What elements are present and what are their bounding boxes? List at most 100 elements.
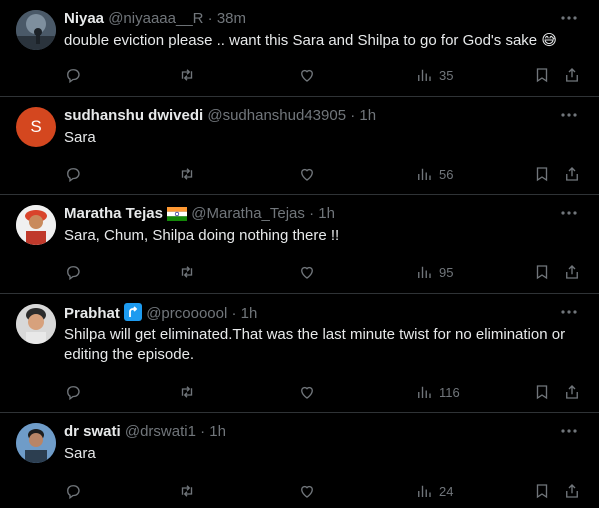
heart-icon — [301, 386, 313, 399]
more-icon[interactable] — [559, 203, 579, 223]
reply-tweet[interactable]: Prabhat @prcoooool · 1h Shilpa will get … — [0, 294, 599, 413]
avatar[interactable] — [16, 304, 56, 344]
views-icon — [418, 69, 431, 81]
views-button[interactable]: 56 — [415, 164, 453, 184]
user-handle[interactable]: @niyaaaa__R — [108, 10, 203, 27]
action-bar: 56 — [64, 164, 583, 184]
display-name[interactable]: Niyaa — [64, 10, 104, 27]
bookmark-icon — [536, 68, 548, 83]
share-button[interactable] — [563, 382, 581, 402]
timestamp[interactable]: 1h — [318, 205, 335, 222]
avatar-image — [16, 10, 56, 50]
avatar-letter: S — [30, 117, 42, 136]
bookmark-button[interactable] — [533, 65, 551, 85]
user-handle[interactable]: @prcoooool — [146, 305, 227, 322]
reply-tweet[interactable]: Niyaa @niyaaaa__R · 38m double eviction … — [0, 0, 599, 97]
tweet-header: Maratha Tejas @Maratha_Tejas · 1h — [64, 204, 559, 227]
share-button[interactable] — [563, 65, 581, 85]
timestamp[interactable]: 1h — [209, 423, 226, 440]
display-name[interactable]: Prabhat — [64, 305, 120, 322]
tweet-text: Sara — [64, 445, 96, 462]
bookmark-icon — [536, 484, 548, 499]
heart-icon — [301, 168, 313, 181]
like-button[interactable] — [298, 481, 316, 501]
user-handle[interactable]: @Maratha_Tejas — [191, 205, 305, 222]
reply-icon — [67, 69, 80, 84]
display-name[interactable]: Maratha Tejas — [64, 205, 163, 222]
user-handle[interactable]: @sudhanshud43905 — [207, 107, 346, 124]
bookmark-button[interactable] — [533, 382, 551, 402]
share-button[interactable] — [563, 481, 581, 501]
reply-icon — [67, 386, 80, 401]
timestamp[interactable]: 1h — [241, 305, 258, 322]
avatar[interactable]: S — [16, 107, 56, 147]
bookmark-button[interactable] — [533, 164, 551, 184]
views-count: 24 — [439, 483, 454, 499]
india-flag-icon — [167, 207, 188, 227]
reply-button[interactable] — [64, 262, 82, 282]
views-icon — [418, 386, 431, 398]
arrow-badge-icon — [124, 303, 143, 327]
tweet-header: Niyaa @niyaaaa__R · 38m — [64, 9, 559, 29]
user-handle[interactable]: @drswati1 — [125, 423, 196, 440]
tweet-text: Shilpa will get eliminated.That was the … — [64, 326, 566, 363]
reply-button[interactable] — [64, 164, 82, 184]
retweet-button[interactable] — [178, 382, 196, 402]
bookmark-button[interactable] — [533, 481, 551, 501]
like-button[interactable] — [298, 382, 316, 402]
reply-icon — [67, 168, 80, 183]
bookmark-icon — [536, 385, 548, 400]
timestamp[interactable]: 38m — [217, 10, 246, 27]
more-icon[interactable] — [559, 105, 579, 125]
reply-icon — [67, 266, 80, 281]
share-button[interactable] — [563, 262, 581, 282]
reply-button[interactable] — [64, 382, 82, 402]
reply-feed: Niyaa @niyaaaa__R · 38m double eviction … — [0, 0, 599, 508]
views-button[interactable]: 35 — [415, 65, 453, 85]
timestamp[interactable]: 1h — [359, 107, 376, 124]
reply-tweet[interactable]: S sudhanshu dwivedi @sudhanshud43905 · 1… — [0, 97, 599, 195]
reply-button[interactable] — [64, 65, 82, 85]
heart-icon — [301, 485, 313, 498]
views-count: 95 — [439, 264, 454, 280]
views-icon — [418, 266, 431, 278]
retweet-button[interactable] — [178, 262, 196, 282]
share-icon — [566, 265, 578, 279]
more-icon[interactable] — [559, 8, 579, 28]
retweet-icon — [181, 69, 193, 81]
bookmark-button[interactable] — [533, 262, 551, 282]
retweet-button[interactable] — [178, 164, 196, 184]
tweet-text: Sara, Chum, Shilpa doing nothing there !… — [64, 227, 340, 244]
like-button[interactable] — [298, 164, 316, 184]
like-button[interactable] — [298, 65, 316, 85]
more-icon[interactable] — [559, 421, 579, 441]
views-button[interactable]: 24 — [415, 481, 453, 501]
bookmark-icon — [536, 265, 548, 280]
display-name[interactable]: dr swati — [64, 423, 121, 440]
retweet-button[interactable] — [178, 65, 196, 85]
share-button[interactable] — [563, 164, 581, 184]
more-icon[interactable] — [559, 302, 579, 322]
views-button[interactable]: 95 — [415, 262, 453, 282]
display-name[interactable]: sudhanshu dwivedi — [64, 107, 203, 124]
reply-tweet[interactable]: Maratha Tejas @Maratha_Tejas · 1h Sara, … — [0, 195, 599, 294]
reply-tweet[interactable]: dr swati @drswati1 · 1h Sara 24 — [0, 413, 599, 508]
reply-button[interactable] — [64, 481, 82, 501]
share-icon — [566, 68, 578, 82]
avatar[interactable] — [16, 423, 56, 463]
tweet-header: dr swati @drswati1 · 1h — [64, 422, 559, 442]
bookmark-icon — [536, 167, 548, 182]
views-button[interactable]: 116 — [415, 382, 460, 402]
like-button[interactable] — [298, 262, 316, 282]
avatar-image — [16, 205, 56, 245]
tweet-text: Sara — [64, 129, 96, 146]
avatar[interactable] — [16, 205, 56, 245]
retweet-icon — [181, 266, 193, 278]
avatar[interactable] — [16, 10, 56, 50]
separator-dot: · — [207, 10, 213, 27]
retweet-icon — [181, 485, 193, 497]
share-icon — [566, 385, 578, 399]
separator-dot: · — [200, 423, 206, 440]
action-bar: 116 — [64, 382, 583, 402]
retweet-button[interactable] — [178, 481, 196, 501]
